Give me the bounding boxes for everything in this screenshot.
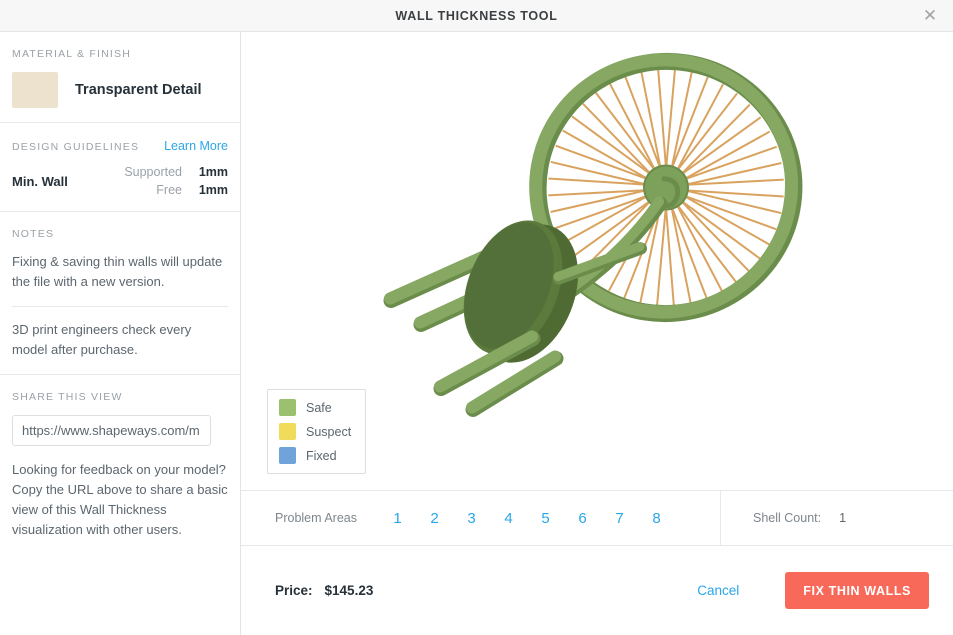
fix-thin-walls-button[interactable]: Fix Thin Walls	[785, 572, 929, 609]
section-title-notes: NOTES	[12, 228, 55, 240]
material-name: Transparent Detail	[75, 82, 202, 98]
min-wall-supported-key: Supported	[124, 165, 182, 179]
min-wall-free-value: 1mm	[198, 183, 228, 197]
min-wall-free-key: Free	[156, 183, 182, 197]
note-paragraph-2: 3D print engineers check every model aft…	[12, 322, 192, 357]
share-url-input[interactable]	[12, 415, 211, 446]
section-design-guidelines: DESIGN GUIDELINES Learn More Min. Wall S…	[0, 123, 240, 212]
wheel-spoke	[678, 192, 774, 248]
section-title-guidelines: DESIGN GUIDELINES	[12, 141, 140, 153]
section-title-material: MATERIAL & FINISH	[12, 48, 131, 60]
shell-count-label: Shell Count:	[753, 511, 822, 525]
share-description: Looking for feedback on your model? Copy…	[12, 462, 228, 537]
sidebar: MATERIAL & FINISH Transparent Detail DES…	[0, 32, 241, 635]
problem-areas-left: Problem Areas 12345678	[241, 491, 720, 545]
legend: Safe Suspect Fixed	[267, 389, 367, 474]
footer-actions: Cancel Fix Thin Walls	[697, 572, 929, 609]
wheel-spoke	[592, 88, 660, 177]
dialog-footer: Price: $145.23 Cancel Fix Thin Walls	[241, 546, 953, 635]
min-wall-supported: Supported 1mm	[124, 165, 228, 179]
legend-label-safe: Safe	[306, 400, 332, 415]
cancel-button[interactable]: Cancel	[697, 583, 739, 598]
wheel-spoke	[676, 195, 753, 275]
price-label: Price:	[275, 583, 313, 598]
legend-label-suspect: Suspect	[306, 424, 352, 439]
wheel-spoke	[672, 198, 740, 287]
problem-areas-numbers: 12345678	[379, 510, 675, 527]
model-viewer[interactable]: Safe Suspect Fixed	[241, 32, 953, 490]
problem-area-4[interactable]: 4	[490, 510, 527, 527]
viewer-column: Safe Suspect Fixed Problem Areas 12 3 4 …	[241, 32, 953, 635]
wheel-spoke	[579, 100, 656, 180]
problem-area-3[interactable]: 3	[453, 510, 490, 527]
min-wall-row: Min. Wall Supported 1mm Free 1mm	[12, 165, 228, 197]
section-title-share: SHARE THIS VIEW	[12, 391, 123, 403]
wheel-spoke	[558, 127, 654, 183]
legend-item-fixed: Fixed	[279, 447, 351, 464]
material-row: Transparent Detail	[12, 72, 228, 108]
min-wall-values: Supported 1mm Free 1mm	[124, 165, 228, 197]
problem-areas-label: Problem Areas	[275, 511, 357, 525]
problem-area-5[interactable]: 5	[527, 510, 564, 527]
problem-areas-bar: Problem Areas 12345678 Shell Count: 1	[241, 490, 953, 546]
min-wall-label: Min. Wall	[12, 173, 68, 189]
price-group: Price: $145.23	[275, 583, 373, 598]
section-notes: NOTES Fixing & saving thin walls will up…	[0, 212, 240, 375]
legend-item-safe: Safe	[279, 399, 351, 416]
legend-swatch-safe	[279, 399, 296, 416]
section-share-this-view: SHARE THIS VIEW Looking for feedback on …	[0, 375, 240, 554]
problem-area-8[interactable]: 8	[638, 510, 675, 527]
section-material-finish: MATERIAL & FINISH Transparent Detail	[0, 32, 240, 123]
note-paragraph-1: Fixing & saving thin walls will update t…	[12, 254, 223, 289]
design-guidelines-head: DESIGN GUIDELINES Learn More	[12, 139, 228, 153]
legend-label-fixed: Fixed	[306, 448, 337, 463]
legend-swatch-fixed	[279, 447, 296, 464]
note-divider	[12, 306, 228, 307]
material-swatch	[12, 72, 58, 108]
min-wall-supported-value: 1mm	[198, 165, 228, 179]
shell-count-group: Shell Count: 1	[720, 491, 953, 545]
wall-thickness-dialog: WALL THICKNESS TOOL ✕ MATERIAL & FINISH …	[0, 0, 953, 635]
learn-more-link[interactable]: Learn More	[164, 139, 228, 153]
page-title: WALL THICKNESS TOOL	[395, 8, 558, 23]
close-icon[interactable]: ✕	[917, 3, 943, 29]
legend-swatch-suspect	[279, 423, 296, 440]
problem-area-7[interactable]: 7	[601, 510, 638, 527]
problem-area-1[interactable]: 1	[379, 510, 416, 527]
problem-area-6[interactable]: 6	[564, 510, 601, 527]
shell-count-value: 1	[839, 511, 847, 525]
dialog-body: MATERIAL & FINISH Transparent Detail DES…	[0, 32, 953, 635]
price-value: $145.23	[324, 583, 374, 598]
min-wall-free: Free 1mm	[124, 183, 228, 197]
dialog-header: WALL THICKNESS TOOL ✕	[0, 0, 953, 32]
legend-item-suspect: Suspect	[279, 423, 351, 440]
problem-area-2[interactable]: 2	[416, 510, 453, 527]
